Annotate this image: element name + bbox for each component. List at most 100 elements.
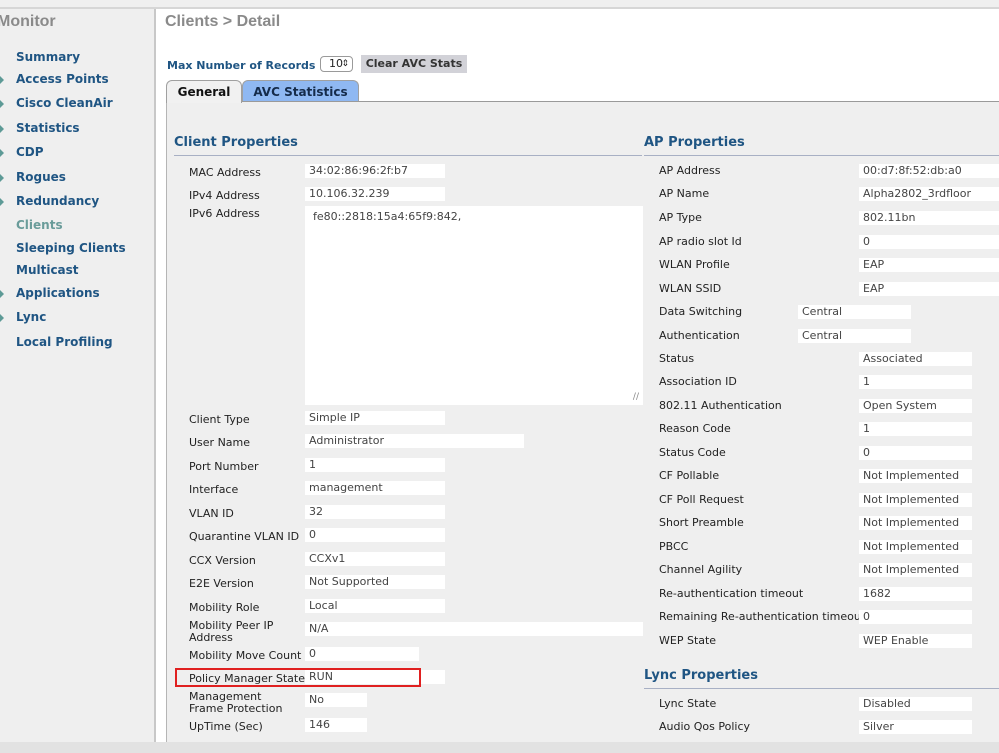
- association-id-field[interactable]: 1: [859, 375, 972, 389]
- mac-address-label: MAC Address: [189, 166, 261, 179]
- ap-address-label: AP Address: [659, 164, 721, 177]
- wlan-ssid-field[interactable]: EAP: [859, 282, 999, 296]
- ipv6-address-textarea[interactable]: fe80::2818:15a4:65f9:842, ∕∕: [305, 206, 643, 405]
- sidebar-item-rogues[interactable]: Rogues: [0, 169, 150, 187]
- status-code-field[interactable]: 0: [859, 446, 972, 460]
- sidebar-item-clients[interactable]: Clients: [0, 217, 150, 235]
- user-name-field[interactable]: Administrator: [305, 434, 524, 448]
- mobility-role-field[interactable]: Local: [305, 599, 445, 613]
- e2e-version-label: E2E Version: [189, 577, 254, 590]
- expand-arrow-icon[interactable]: [0, 75, 4, 85]
- port-number-field[interactable]: 1: [305, 458, 445, 472]
- expand-arrow-icon[interactable]: [0, 313, 4, 323]
- lync-state-field[interactable]: Disabled: [859, 697, 972, 711]
- remaining-re-authentication-timeout-field[interactable]: 0: [859, 610, 972, 624]
- mobility-move-count-field[interactable]: 0: [305, 647, 419, 661]
- sidebar-item-statistics[interactable]: Statistics: [0, 120, 150, 138]
- ipv4-address-field[interactable]: 10.106.32.239: [305, 187, 445, 201]
- wlan-profile-label: WLAN Profile: [659, 258, 730, 271]
- interface-label: Interface: [189, 483, 239, 496]
- channel-agility-label: Channel Agility: [659, 563, 743, 576]
- client-properties-rule: [174, 155, 642, 156]
- ap-radio-slot-id-field[interactable]: 0: [859, 235, 999, 249]
- mobility-move-count-label: Mobility Move Count: [189, 649, 302, 662]
- ap-type-label: AP Type: [659, 211, 702, 224]
- sidebar-item-label: Summary: [16, 50, 81, 64]
- association-id-label: Association ID: [659, 375, 737, 388]
- expand-arrow-icon[interactable]: [0, 148, 4, 158]
- audio-qos-policy-field[interactable]: Silver: [859, 720, 972, 734]
- interface-field[interactable]: management: [305, 481, 445, 495]
- quarantine-vlan-id-field[interactable]: 0: [305, 528, 445, 542]
- quarantine-vlan-id-label: Quarantine VLAN ID: [189, 530, 300, 543]
- cf-pollable-field[interactable]: Not Implemented: [859, 469, 972, 483]
- expand-arrow-icon[interactable]: [0, 99, 4, 109]
- ccx-version-field[interactable]: CCXv1: [305, 552, 445, 566]
- lync-state-label: Lync State: [659, 697, 717, 710]
- sidebar-item-label: Sleeping Clients: [16, 241, 126, 255]
- 802-11-authentication-field[interactable]: Open System: [859, 399, 972, 413]
- client-properties-title: Client Properties: [174, 135, 298, 150]
- wlan-profile-field[interactable]: EAP: [859, 258, 999, 272]
- ipv4-address-label: IPv4 Address: [189, 189, 260, 202]
- sidebar-item-cdp[interactable]: CDP: [0, 144, 150, 162]
- client-type-field[interactable]: Simple IP: [305, 411, 445, 425]
- data-switching-field[interactable]: Central: [798, 305, 911, 319]
- expand-arrow-icon[interactable]: [0, 197, 4, 207]
- sidebar-item-label: CDP: [16, 145, 44, 159]
- sidebar-item-applications[interactable]: Applications: [0, 285, 150, 303]
- bottom-strip: [0, 742, 999, 753]
- cf-poll-request-field[interactable]: Not Implemented: [859, 493, 972, 507]
- tab-general[interactable]: General: [166, 80, 242, 103]
- tab-avc-statistics[interactable]: AVC Statistics: [242, 80, 359, 102]
- resize-grip-icon[interactable]: ∕∕: [633, 392, 639, 402]
- sidebar-item-label: Local Profiling: [16, 335, 113, 349]
- sidebar-item-label: Statistics: [16, 121, 80, 135]
- expand-arrow-icon[interactable]: [0, 173, 4, 183]
- max-records-select[interactable]: 10 ⇕: [320, 56, 353, 72]
- sidebar-item-summary[interactable]: Summary: [0, 49, 150, 67]
- sidebar-item-multicast[interactable]: Multicast: [0, 262, 150, 280]
- status-field[interactable]: Associated: [859, 352, 972, 366]
- vlan-id-label: VLAN ID: [189, 507, 234, 520]
- ap-type-field[interactable]: 802.11bn: [859, 211, 999, 225]
- re-authentication-timeout-field[interactable]: 1682: [859, 587, 972, 601]
- short-preamble-field[interactable]: Not Implemented: [859, 516, 972, 530]
- sidebar-item-lync[interactable]: Lync: [0, 309, 150, 327]
- e2e-version-field[interactable]: Not Supported: [305, 575, 445, 589]
- user-name-label: User Name: [189, 436, 251, 449]
- port-number-label: Port Number: [189, 460, 259, 473]
- management-frame-protection-field[interactable]: No: [305, 693, 367, 707]
- authentication-field[interactable]: Central: [798, 329, 911, 343]
- sidebar-item-sleeping-clients[interactable]: Sleeping Clients: [0, 240, 150, 258]
- pbcc-label: PBCC: [659, 540, 689, 553]
- mobility-peer-ip-address-label: Mobility Peer IP Address: [189, 619, 274, 644]
- reason-code-field[interactable]: 1: [859, 422, 972, 436]
- sidebar-item-access-points[interactable]: Access Points: [0, 71, 150, 89]
- mobility-peer-ip-address-field[interactable]: N/A: [305, 622, 643, 636]
- sidebar-item-label: Redundancy: [16, 194, 100, 208]
- ap-name-label: AP Name: [659, 187, 710, 200]
- expand-arrow-icon[interactable]: [0, 124, 4, 134]
- ccx-version-label: CCX Version: [189, 554, 256, 567]
- vlan-id-field[interactable]: 32: [305, 505, 445, 519]
- wep-state-label: WEP State: [659, 634, 717, 647]
- sidebar-item-label: Rogues: [16, 170, 66, 184]
- clear-avc-stats-button[interactable]: Clear AVC Stats: [361, 55, 467, 73]
- sidebar-item-cisco-cleanair[interactable]: Cisco CleanAir: [0, 95, 150, 113]
- wep-state-field[interactable]: WEP Enable: [859, 634, 972, 648]
- mac-address-field[interactable]: 34:02:86:96:2f:b7: [305, 164, 445, 178]
- ap-address-field[interactable]: 00:d7:8f:52:db:a0: [859, 164, 999, 178]
- lync-properties-title: Lync Properties: [644, 668, 758, 683]
- status-label: Status: [659, 352, 695, 365]
- uptime-sec-label: UpTime (Sec): [189, 720, 263, 733]
- short-preamble-label: Short Preamble: [659, 516, 744, 529]
- pbcc-field[interactable]: Not Implemented: [859, 540, 972, 554]
- sidebar-item-label: Lync: [16, 310, 47, 324]
- sidebar-item-redundancy[interactable]: Redundancy: [0, 193, 150, 211]
- expand-arrow-icon[interactable]: [0, 289, 4, 299]
- uptime-sec-field[interactable]: 146: [305, 718, 367, 732]
- channel-agility-field[interactable]: Not Implemented: [859, 563, 972, 577]
- ap-name-field[interactable]: Alpha2802_3rdfloor: [859, 187, 999, 201]
- sidebar-item-local-profiling[interactable]: Local Profiling: [0, 334, 150, 352]
